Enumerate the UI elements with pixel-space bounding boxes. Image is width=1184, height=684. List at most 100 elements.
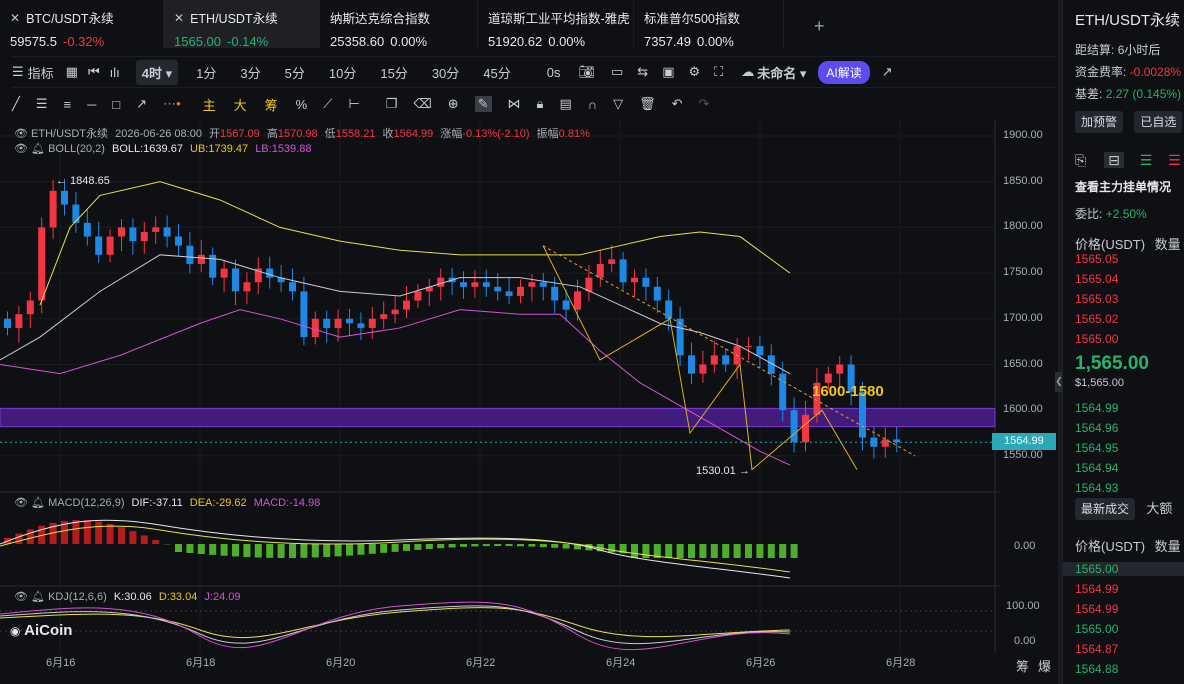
bid-ask-icon[interactable]: ⊟ — [1104, 152, 1124, 168]
percent-icon[interactable]: % — [296, 97, 308, 112]
camera-icon[interactable]: 📷︎ — [578, 64, 595, 80]
interval-option[interactable]: 5分 — [285, 63, 305, 82]
ticker-tab[interactable]: 道琼斯工业平均指数-雅虎 51920.62 0.00% — [478, 0, 634, 49]
eye-icon[interactable]: 👁︎ — [14, 497, 28, 509]
rect-icon[interactable]: □ — [112, 97, 120, 112]
measure-icon[interactable]: ⊢ — [348, 96, 359, 112]
interval-option[interactable]: 45分 — [483, 63, 510, 82]
macd-bar — [186, 544, 194, 553]
ticker-tab[interactable]: ✕ ETH/USDT永续 1565.00 -0.14% — [164, 0, 320, 49]
bid-row[interactable]: 1564.99 — [1075, 401, 1118, 415]
candle-body — [26, 300, 34, 315]
ask-row[interactable]: 1565.00 — [1075, 332, 1118, 346]
ai-button[interactable]: AI解读 — [818, 60, 870, 84]
parallel-icon[interactable]: ≡ — [63, 97, 71, 112]
watch-button[interactable]: 已自选 — [1134, 111, 1183, 133]
bid-row[interactable]: 1564.95 — [1075, 441, 1118, 455]
basis-value: 2.27 (0.145%) — [1105, 87, 1182, 101]
ticker-tab[interactable]: ✕ BTC/USDT永续 59575.5 -0.32% — [0, 0, 164, 49]
text-icon[interactable]: ▭ — [611, 64, 623, 80]
main-tool[interactable]: 主 — [203, 95, 216, 114]
ask-row[interactable]: 1565.02 — [1075, 312, 1118, 326]
big-tool[interactable]: 大 — [234, 95, 247, 114]
corner-chip[interactable]: 筹 — [1016, 656, 1029, 675]
magnet-icon[interactable]: ∩ — [588, 97, 597, 112]
corner-burst[interactable]: 爆 — [1038, 656, 1051, 675]
undo-icon[interactable]: ↶ — [672, 96, 683, 112]
path-icon[interactable]: ⋯• — [163, 96, 181, 112]
rewind-icon[interactable]: ⏮ — [88, 64, 100, 80]
interval-select[interactable]: 4时 ▾ — [135, 59, 179, 85]
trash-icon[interactable]: 🗑︎ — [639, 96, 656, 112]
hlines-icon[interactable]: ☰ — [36, 96, 48, 112]
ask-row[interactable]: 1565.04 — [1075, 272, 1118, 286]
lock-icon[interactable]: 🔒︎ — [537, 96, 544, 112]
interval-option[interactable]: 10分 — [329, 63, 356, 82]
kdj-k-line — [0, 605, 791, 645]
zero-s[interactable]: 0s — [547, 65, 561, 80]
interval-option[interactable]: 1分 — [196, 63, 216, 82]
copy-icon[interactable]: ❐ — [386, 96, 398, 112]
bids-icon[interactable]: ☰ — [1140, 152, 1153, 168]
indicator-icon[interactable]: ☰ — [12, 64, 24, 80]
cloud-icon[interactable]: ☁ — [741, 64, 754, 80]
close-tab-icon[interactable]: ✕ — [10, 11, 20, 25]
chip-tool[interactable]: 筹 — [265, 95, 278, 114]
bell-icon[interactable]: 🔔︎ — [31, 497, 45, 509]
fullscreen-icon[interactable]: ⛶ — [714, 64, 723, 80]
macd-bar — [676, 544, 684, 558]
bell-icon[interactable]: 🔔︎ — [31, 143, 45, 155]
redo-icon[interactable]: ↷ — [699, 96, 710, 112]
settings-icon[interactable]: ⚙ — [689, 64, 701, 80]
eye-icon[interactable]: 👁︎ — [14, 143, 28, 155]
bell-icon[interactable]: 🔔︎ — [31, 591, 45, 603]
eraser-icon[interactable]: ⌫ — [413, 96, 431, 112]
chart-type-icon[interactable]: ılı — [110, 65, 120, 80]
bid-row[interactable]: 1564.94 — [1075, 461, 1118, 475]
save-icon[interactable]: ▤ — [559, 96, 571, 112]
grid-icon[interactable]: ▦ — [66, 64, 78, 80]
brush-icon[interactable]: ✎ — [474, 96, 492, 112]
bid-row[interactable]: 1564.93 — [1075, 481, 1118, 495]
trendline-icon[interactable]: ╱ — [12, 96, 20, 112]
tab-latest-trades[interactable]: 最新成交 — [1075, 498, 1136, 520]
candle-body — [710, 355, 718, 365]
layout-icon[interactable]: ▣ — [662, 64, 674, 80]
ticker-tab[interactable]: 标准普尔500指数 7357.49 0.00% — [634, 0, 784, 49]
price-axis-label: 1600.00 — [1003, 403, 1043, 416]
interval-option[interactable]: 3分 — [240, 63, 260, 82]
share-icon[interactable]: ↗ — [882, 64, 893, 80]
ticker-tab[interactable]: 纳斯达克综合指数 25358.60 0.00% — [320, 0, 478, 49]
link-icon[interactable]: ⋈ — [508, 96, 521, 112]
compare-icon[interactable]: ⇆ — [637, 64, 648, 80]
orderbook-title[interactable]: 查看主力挂单情况 — [1075, 178, 1171, 195]
arrow-icon[interactable]: ↗ — [136, 96, 147, 112]
hline-icon[interactable]: ─ — [87, 97, 96, 112]
candle-body — [72, 204, 80, 223]
close-tab-icon[interactable]: ✕ — [174, 11, 184, 25]
filter-icon[interactable]: ▽ — [613, 96, 623, 112]
indicator-button[interactable]: 指标 — [28, 63, 54, 82]
sidebar-title: ETH/USDT永续 — [1075, 12, 1181, 29]
interval-option[interactable]: 30分 — [432, 63, 459, 82]
interval-option[interactable]: 15分 — [380, 63, 407, 82]
asks-icon[interactable]: ☰ — [1168, 152, 1181, 168]
tab-large-trades[interactable]: 大额 — [1146, 501, 1172, 516]
ask-row[interactable]: 1565.05 — [1075, 252, 1118, 266]
bid-row[interactable]: 1564.96 — [1075, 421, 1118, 435]
ask-row[interactable]: 1565.03 — [1075, 292, 1118, 306]
candle-body — [49, 190, 57, 228]
zoom-icon[interactable]: ⊕ — [448, 96, 459, 112]
layout-name[interactable]: 未命名 ▾ — [757, 63, 806, 82]
candle-body — [140, 231, 148, 242]
trade-row: 1564.99 — [1075, 602, 1119, 616]
eye-icon[interactable]: 👁︎ — [14, 128, 28, 140]
candle-body — [163, 227, 171, 237]
orderbook-icon[interactable]: ⎘ — [1075, 152, 1086, 168]
eye-icon[interactable]: 👁︎ — [14, 591, 28, 603]
alert-button[interactable]: 加预警 — [1075, 111, 1124, 133]
ruler-icon[interactable]: ⟋ — [323, 96, 332, 112]
add-tab-button[interactable]: + — [814, 16, 825, 37]
candle-body — [619, 259, 627, 283]
macd-bar — [254, 544, 262, 558]
